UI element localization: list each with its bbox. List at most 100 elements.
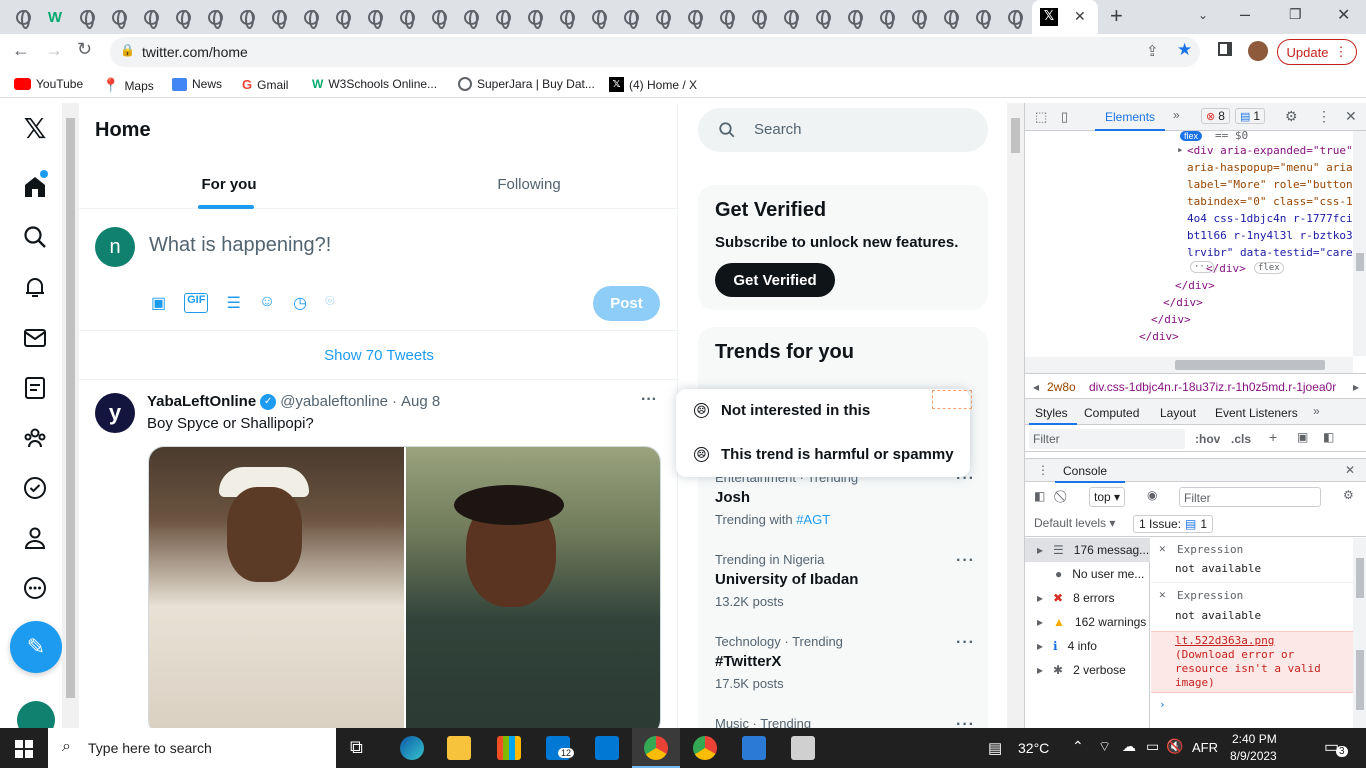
tab-9[interactable] [268,6,290,29]
tab-21[interactable] [652,6,674,29]
chrome-icon[interactable] [693,736,717,760]
task-view-icon[interactable]: ⧉ [350,737,363,758]
bookmark-youtube[interactable]: YouTube [14,77,83,91]
tab-following[interactable]: Following [379,159,679,209]
tab-23[interactable] [716,6,738,29]
code-line[interactable]: lrvibr" data-testid="care [1187,246,1353,259]
tab-15[interactable] [460,6,482,29]
account-avatar[interactable] [17,701,55,728]
photos-icon[interactable] [742,736,766,760]
event-listeners-tab[interactable]: Event Listeners [1215,406,1298,420]
reload-icon[interactable]: ↻ [77,39,92,60]
mail-icon[interactable]: 12 [546,736,575,760]
tab-5[interactable] [140,6,162,29]
bookmark-news[interactable]: News [172,77,222,91]
tweet-handle[interactable]: @yabaleftonline [280,393,388,410]
hov-toggle[interactable]: :hov [1195,432,1220,446]
forward-icon[interactable]: → [45,40,63,61]
console-tab[interactable]: Console [1063,464,1107,478]
remove-expression-icon[interactable]: ✕ [1159,542,1166,555]
page-scrollbar[interactable] [62,103,78,728]
close-window-icon[interactable]: ✕ [1337,5,1350,25]
tab-w3schools[interactable]: W [44,6,66,28]
eye-icon[interactable]: ◉ [1147,488,1157,502]
breadcrumb-left-arrow[interactable]: ◂ [1033,380,1039,394]
issues-button[interactable]: 1 Issue: ▤ 1 [1133,515,1214,533]
trend-more-icon[interactable]: ··· [956,634,975,652]
schedule-icon[interactable]: ◷ [293,293,307,313]
breadcrumb-right-arrow[interactable]: ▸ [1353,380,1359,394]
context-selector[interactable]: top ▾ [1089,487,1126,507]
tab-17[interactable] [524,6,546,29]
code-line[interactable]: bt1l66 r-1ny4l3l r-bztko3 [1187,229,1353,242]
errors-counter[interactable]: ⊗ 8 [1201,108,1230,124]
elements-tab[interactable]: Elements [1105,110,1155,124]
notifications-bell-icon[interactable] [22,274,48,300]
search-box[interactable]: Search [698,108,988,152]
close-drawer-icon[interactable]: ✕ [1345,463,1355,477]
scrollbar-thumb[interactable] [66,118,75,698]
more-tabs-icon[interactable]: » [1313,404,1320,418]
url-text[interactable]: twitter.com/home [142,44,248,60]
inspect-icon[interactable]: ⬚ [1035,109,1047,125]
computed-tab[interactable]: Computed [1084,406,1139,420]
scrollbar-thumb[interactable] [1011,118,1020,153]
bookmark-gmail[interactable]: G Gmail [242,77,288,92]
post-button[interactable]: Post [593,286,660,321]
error-resource-link[interactable]: lt.522d363a.png [1175,634,1274,647]
taskbar-search-box[interactable]: ⌕ Type here to search [48,728,336,768]
trend-item[interactable]: Technology · Trending #TwitterX 17.5K po… [715,634,975,691]
calculator-icon[interactable] [791,736,815,760]
not-interested-item[interactable]: ☹ Not interested in this [694,402,870,419]
code-line[interactable]: tabindex="0" class="css-1 [1187,195,1353,208]
tab-27[interactable] [844,6,866,29]
trend-item[interactable]: Trending in Nigeria University of Ibadan… [715,552,975,609]
levels-dropdown[interactable]: Default levels ▾ [1034,516,1115,530]
cloud-icon[interactable]: ☁ [1122,738,1136,755]
breadcrumb-item[interactable]: 2w8o [1047,380,1076,394]
expand-arrow-icon[interactable]: ▸ [1177,143,1184,156]
emoji-icon[interactable]: ☺ [259,293,275,313]
console-filter-input[interactable]: Filter [1179,487,1321,507]
vscode-icon[interactable] [595,736,619,760]
code-line[interactable]: </div> [1175,279,1215,292]
bookmark-w3schools[interactable]: W W3Schools Online... [312,77,437,91]
tweet-more-icon[interactable]: ··· [641,391,657,409]
tab-20[interactable] [620,6,642,29]
code-line[interactable]: </div> [1151,313,1191,326]
device-toggle-icon[interactable]: ▯ [1061,109,1068,125]
restore-icon[interactable]: ❐ [1289,6,1302,23]
side-panel-icon[interactable] [1218,42,1232,56]
sidebar-toggle-icon[interactable]: ◧ [1323,430,1334,444]
styles-filter-input[interactable]: Filter [1029,429,1185,449]
drawer-menu-icon[interactable]: ⋮ [1037,463,1049,477]
x-logo-icon[interactable]: 𝕏 [22,112,48,145]
clock-time[interactable]: 2:40 PM [1232,732,1277,746]
tab-22[interactable] [684,6,706,29]
elements-scrollbar[interactable] [1353,131,1366,356]
lists-icon[interactable] [22,375,48,401]
paint-icon[interactable]: ▣ [1297,430,1308,444]
styles-tab[interactable]: Styles [1035,406,1068,420]
tab-30[interactable] [940,6,962,29]
new-tab-button[interactable]: + [1110,3,1123,29]
microsoft-store-icon[interactable] [497,736,521,760]
clock-date[interactable]: 8/9/2023 [1230,749,1277,763]
tab-8[interactable] [236,6,258,29]
remove-expression-icon[interactable]: ✕ [1159,588,1166,601]
compose-post-button[interactable]: ✎ [10,621,62,673]
code-line[interactable]: </div> [1163,296,1203,309]
bookmark-x-home[interactable]: 𝕏 (4) Home / X [609,77,697,92]
more-tabs-icon[interactable]: » [1173,108,1180,122]
console-settings-icon[interactable]: ⚙ [1343,488,1354,502]
chrome-icon[interactable] [644,736,668,760]
bookmark-star-icon[interactable]: ★ [1177,40,1192,60]
search-icon[interactable] [22,224,48,250]
communities-icon[interactable] [22,425,48,451]
weather-icon[interactable]: ▤ [988,739,1002,757]
file-explorer-icon[interactable] [447,736,471,760]
cls-toggle[interactable]: .cls [1231,432,1251,446]
tab-25[interactable] [780,6,802,29]
address-bar[interactable]: 🔒 twitter.com/home ⇪ ★ [110,37,1200,67]
trend-item[interactable]: Entertainment · Trending Josh Trending w… [715,470,975,527]
